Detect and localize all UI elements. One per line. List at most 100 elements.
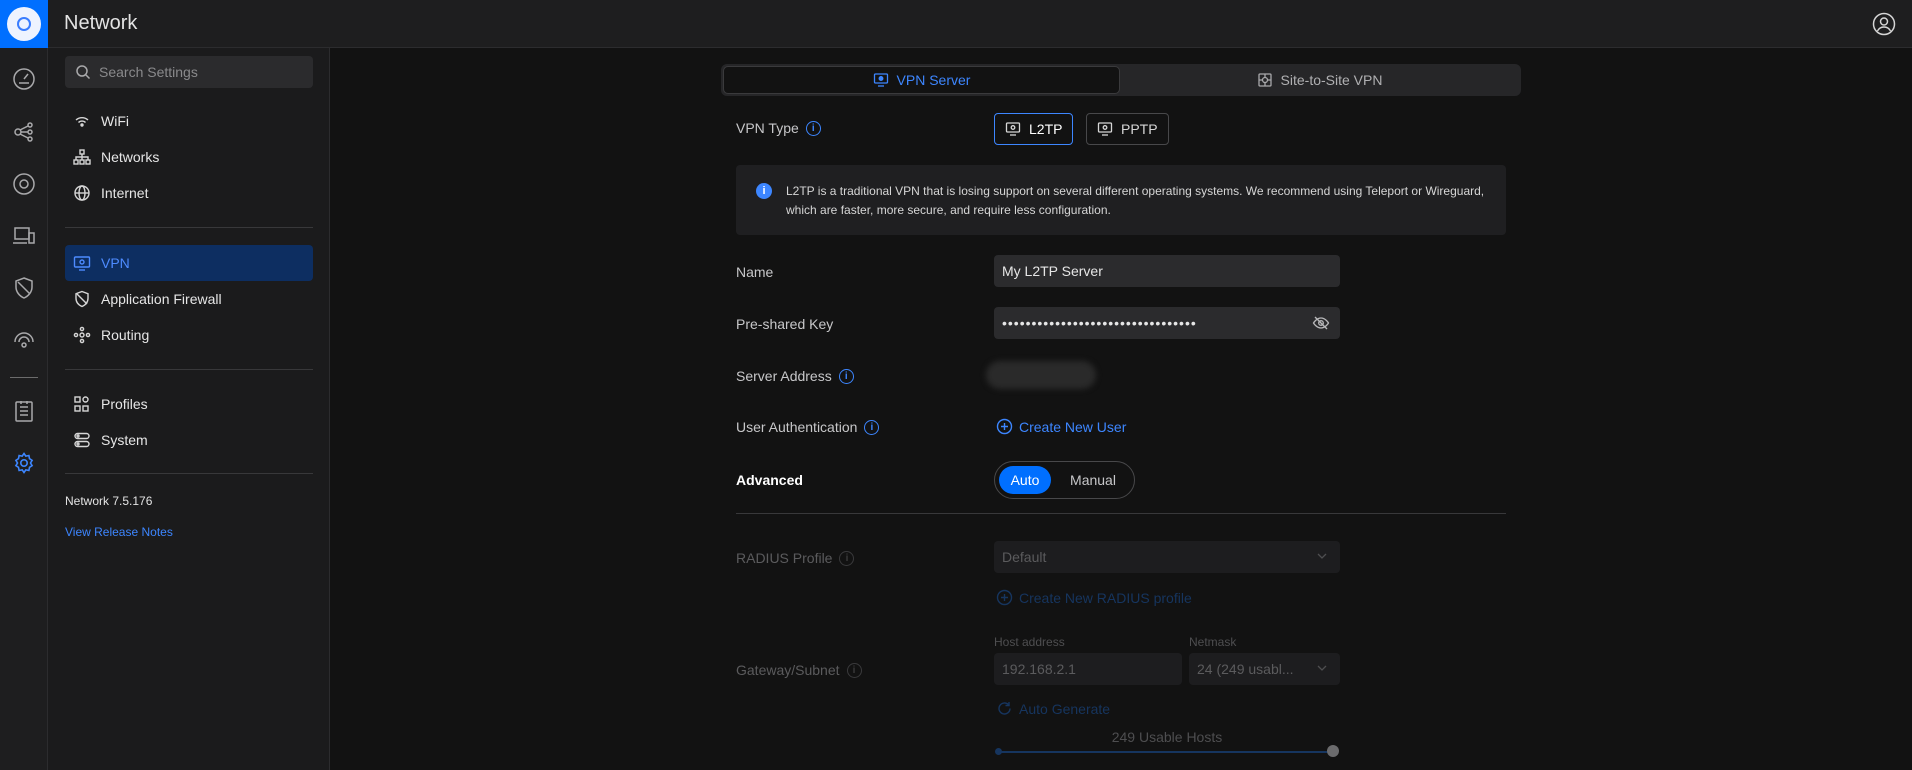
refresh-icon [996, 700, 1013, 717]
info-icon: i [839, 550, 855, 566]
info-icon[interactable]: i [838, 368, 854, 384]
logs-icon[interactable] [10, 397, 38, 425]
netmask-select[interactable]: 24 (249 usabl... [1189, 653, 1340, 685]
vpn-tabs: VPN Server Site-to-Site VPN [721, 64, 1521, 96]
sidebar-item-label: Networks [101, 149, 160, 165]
vpn-type-label: VPN Type [736, 120, 799, 136]
plus-circle-icon [996, 589, 1013, 606]
subnet-slider-start [995, 748, 1002, 755]
sidebar-divider [65, 227, 313, 228]
sidebar-item-routing[interactable]: Routing [65, 317, 313, 353]
sidebar-item-label: System [101, 432, 148, 448]
chevron-down-icon [1314, 548, 1330, 567]
insights-icon[interactable] [10, 326, 38, 354]
info-filled-icon: i [756, 183, 772, 199]
clients-icon[interactable] [10, 222, 38, 250]
advanced-auto-option[interactable]: Auto [999, 466, 1051, 494]
usable-hosts-label: 249 Usable Hosts [1111, 729, 1223, 745]
shield-icon [73, 290, 91, 308]
rail-divider [10, 377, 38, 378]
create-radius-profile-label: Create New RADIUS profile [1019, 589, 1192, 606]
sidebar-item-profiles[interactable]: Profiles [65, 386, 313, 422]
sidebar-item-label: Routing [101, 327, 150, 343]
server-address-label-row: Server Address i [736, 368, 854, 384]
sidebar-item-wifi[interactable]: WiFi [65, 103, 313, 139]
vpn-type-label-row: VPN Type i [736, 120, 821, 136]
wifi-icon [73, 112, 91, 130]
radius-label-row: RADIUS Profile i [736, 550, 855, 566]
sidebar-item-internet[interactable]: Internet [65, 175, 313, 211]
sidebar-item-label: WiFi [101, 113, 129, 129]
sidebar-item-application-firewall[interactable]: Application Firewall [65, 281, 313, 317]
site-to-site-icon [1257, 72, 1273, 88]
sidebar-item-vpn[interactable]: VPN [65, 245, 313, 281]
eye-off-icon[interactable] [1312, 314, 1330, 335]
monitor-icon [1097, 121, 1113, 137]
sidebar-divider [65, 369, 313, 370]
routing-icon [73, 326, 91, 344]
tab-label: VPN Server [896, 72, 971, 88]
chevron-down-icon [1314, 660, 1330, 679]
sidebar-item-label: Internet [101, 185, 149, 201]
search-icon [76, 65, 91, 80]
topology-icon[interactable] [10, 118, 38, 146]
vpn-type-pptp-button[interactable]: PPTP [1086, 113, 1169, 145]
create-new-user-link[interactable]: Create New User [996, 418, 1126, 435]
devices-icon[interactable] [10, 170, 38, 198]
main-content: VPN Server Site-to-Site VPN VPN Type i L… [331, 48, 1912, 770]
release-notes-link[interactable]: View Release Notes [65, 525, 173, 539]
sidebar-item-label: VPN [101, 255, 130, 271]
vpn-server-icon [873, 72, 889, 88]
monitor-icon [1005, 121, 1021, 137]
version-label: Network 7.5.176 [65, 494, 153, 508]
dashboard-icon[interactable] [10, 65, 38, 93]
search-input[interactable] [99, 64, 299, 80]
netmask-value: 24 (249 usabl... [1197, 661, 1294, 677]
security-icon[interactable] [10, 274, 38, 302]
advanced-mode-toggle: Auto Manual [994, 461, 1135, 499]
name-input[interactable]: My L2TP Server [994, 255, 1340, 287]
icon-rail [0, 48, 48, 770]
sidebar-item-label: Profiles [101, 396, 148, 412]
vpn-icon [73, 254, 91, 272]
networks-icon [73, 148, 91, 166]
top-bar: Network [0, 0, 1912, 48]
app-title: Network [64, 12, 138, 34]
host-address-input[interactable]: 192.168.2.1 [994, 653, 1182, 685]
info-icon[interactable]: i [805, 120, 821, 136]
subnet-slider-track[interactable] [998, 751, 1332, 753]
search-box[interactable] [65, 56, 313, 88]
vpn-type-l2tp-button[interactable]: L2TP [994, 113, 1074, 145]
profiles-icon [73, 395, 91, 413]
unifi-logo-icon[interactable] [0, 0, 48, 48]
sidebar-item-system[interactable]: System [65, 422, 313, 458]
tab-site-to-site-vpn[interactable]: Site-to-Site VPN [1121, 66, 1518, 94]
psk-label: Pre-shared Key [736, 316, 834, 332]
server-address-label: Server Address [736, 368, 832, 384]
settings-gear-icon[interactable] [10, 449, 38, 477]
psk-value: ••••••••••••••••••••••••••••••••• [1002, 315, 1197, 331]
sidebar-item-label: Application Firewall [101, 291, 222, 307]
radius-profile-select[interactable]: Default [994, 541, 1340, 573]
tab-vpn-server[interactable]: VPN Server [723, 66, 1120, 94]
sidebar-item-networks[interactable]: Networks [65, 139, 313, 175]
info-icon[interactable]: i [864, 419, 880, 435]
tab-label: Site-to-Site VPN [1280, 72, 1383, 88]
banner-text: L2TP is a traditional VPN that is losing… [786, 184, 1485, 217]
create-radius-profile-link[interactable]: Create New RADIUS profile [996, 589, 1192, 606]
settings-sidebar: WiFi Networks Internet VPN Application F… [48, 48, 330, 770]
name-value: My L2TP Server [1002, 263, 1103, 279]
user-auth-label-row: User Authentication i [736, 419, 880, 435]
user-auth-label: User Authentication [736, 419, 858, 435]
advanced-label: Advanced [736, 472, 803, 488]
redacted-server-address [986, 361, 1096, 389]
auto-generate-label: Auto Generate [1019, 700, 1111, 717]
psk-input[interactable]: ••••••••••••••••••••••••••••••••• [994, 307, 1340, 339]
radius-value: Default [1002, 549, 1047, 565]
subnet-slider-handle[interactable] [1327, 745, 1339, 757]
radius-label: RADIUS Profile [736, 550, 833, 566]
user-avatar-icon[interactable] [1872, 12, 1896, 36]
advanced-manual-option[interactable]: Manual [1055, 466, 1131, 494]
auto-generate-link[interactable]: Auto Generate [996, 700, 1110, 717]
globe-icon [73, 184, 91, 202]
